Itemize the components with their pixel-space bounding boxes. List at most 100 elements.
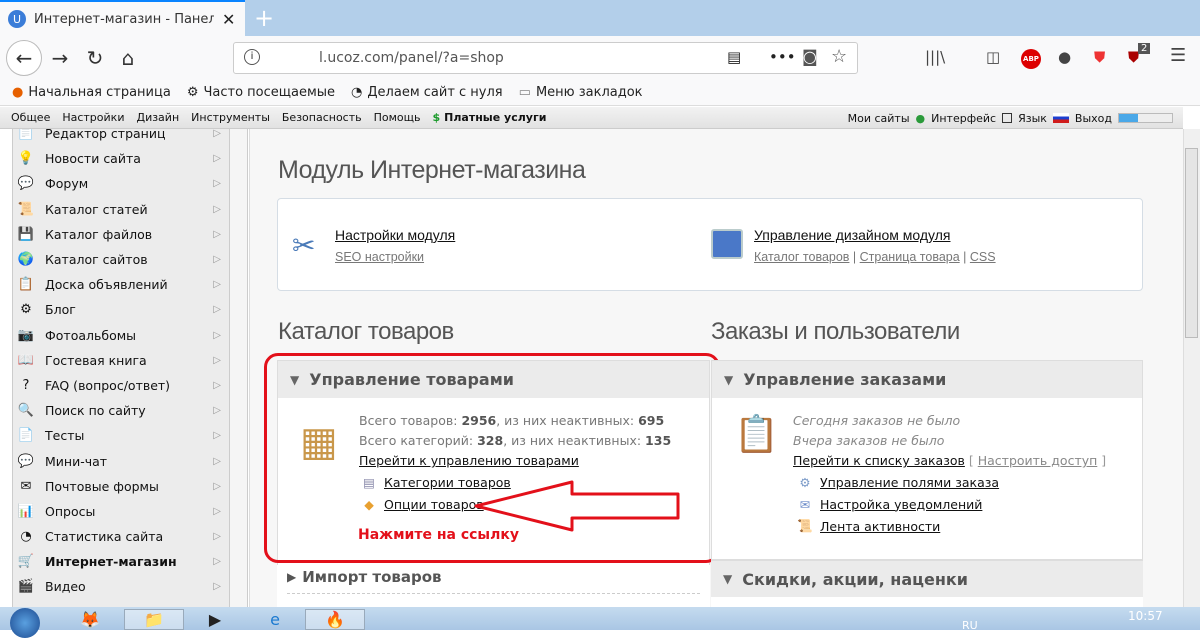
shield-lock-icon[interactable]: ⛊	[1094, 48, 1105, 66]
sidebar-item[interactable]: 📜Каталог статей▷	[13, 197, 229, 222]
my-sites-link[interactable]: Мои сайты	[848, 112, 910, 125]
sidebar-item[interactable]: 📷Фотоальбомы▷	[13, 323, 229, 348]
orders-list-link[interactable]: Перейти к списку заказов	[793, 453, 965, 468]
expand-arrow-icon[interactable]: ▷	[213, 254, 221, 265]
expand-arrow-icon[interactable]: ▷	[213, 229, 221, 240]
forward-button[interactable]: →	[45, 43, 75, 73]
module-settings-link[interactable]: Настройки модуля	[335, 227, 455, 243]
sidebar-item[interactable]: 📄Тесты▷	[13, 423, 229, 448]
back-button[interactable]: ←	[6, 40, 42, 76]
logout-link[interactable]: Выход	[1075, 112, 1112, 125]
notifications-link[interactable]: Настройка уведомлений	[820, 497, 982, 512]
explorer-taskbar-icon[interactable]: 📁	[124, 609, 184, 630]
sidebar-item[interactable]: ●П...▷	[13, 600, 229, 607]
sidebar-item[interactable]: 📄Редактор страниц▷	[13, 129, 229, 146]
sidebar-item[interactable]: 💾Каталог файлов▷	[13, 222, 229, 247]
expand-arrow-icon[interactable]: ▷	[213, 556, 221, 567]
gimp-taskbar-icon[interactable]: 🦊	[60, 609, 120, 630]
seo-settings-link[interactable]: SEO настройки	[335, 250, 424, 264]
library-icon[interactable]: |||\	[925, 48, 945, 66]
sidebar-item[interactable]: 📋Доска объявлений▷	[13, 272, 229, 297]
catalog-design-link[interactable]: Каталог товаров	[754, 250, 849, 264]
hamburger-menu-icon[interactable]: ☰	[1170, 45, 1186, 66]
sidebar-item[interactable]: 🔍Поиск по сайту▷	[13, 398, 229, 423]
expand-arrow-icon[interactable]: ▷	[213, 304, 221, 315]
sidebar-item[interactable]: 📊Опросы▷	[13, 499, 229, 524]
ie-taskbar-icon[interactable]: e	[245, 609, 305, 630]
sidebar-item[interactable]: 🌍Каталог сайтов▷	[13, 247, 229, 272]
expand-arrow-icon[interactable]: ▷	[213, 330, 221, 341]
css-link[interactable]: CSS	[970, 250, 996, 264]
new-tab-button[interactable]: +	[254, 4, 274, 32]
expand-arrow-icon[interactable]: ▷	[213, 178, 221, 189]
sidebar-item[interactable]: ◔Статистика сайта▷	[13, 524, 229, 549]
home-button[interactable]: ⌂	[113, 43, 143, 73]
expand-arrow-icon[interactable]: ▷	[213, 380, 221, 391]
sidebar-item-label: Доска объявлений	[45, 277, 168, 292]
sidebar-item[interactable]: 💬Форум▷	[13, 171, 229, 196]
clock[interactable]: 10:57	[1128, 609, 1163, 623]
sidebar-item[interactable]: 📖Гостевая книга▷	[13, 348, 229, 373]
media-player-taskbar-icon[interactable]: ▶	[185, 609, 245, 630]
menu-tools[interactable]: Инструменты	[191, 111, 270, 124]
sidebar-item[interactable]: 💡Новости сайта▷	[13, 146, 229, 171]
spacer	[711, 597, 1143, 607]
expand-arrow-icon[interactable]: ▷	[213, 355, 221, 366]
expand-arrow-icon[interactable]: ▷	[213, 430, 221, 441]
design-management-link[interactable]: Управление дизайном модуля	[754, 227, 950, 243]
expand-arrow-icon[interactable]: ▷	[213, 405, 221, 416]
info-icon[interactable]: i	[244, 49, 260, 65]
activity-feed-link[interactable]: Лента активности	[820, 519, 940, 534]
reload-button[interactable]: ↻	[80, 43, 110, 73]
url-bar[interactable]: i l.ucoz.com/panel/?a=shop ▤ ••• ◙ ☆	[233, 42, 858, 74]
bookmark-star-icon[interactable]: ☆	[831, 46, 847, 67]
sidebar-item-label: Интернет-магазин	[45, 554, 177, 569]
order-fields-link[interactable]: Управление полями заказа	[820, 475, 999, 490]
expand-arrow-icon[interactable]: ▷	[213, 204, 221, 215]
discounts-header[interactable]: ▼Скидки, акции, наценки	[711, 560, 1143, 597]
menu-help[interactable]: Помощь	[374, 111, 421, 124]
product-page-design-link[interactable]: Страница товара	[860, 250, 960, 264]
sidebar-item[interactable]: ?FAQ (вопрос/ответ)▷	[13, 373, 229, 398]
sidebar-item[interactable]: ⚙Блог▷	[13, 297, 229, 322]
import-header[interactable]: ▶Импорт товаров	[277, 565, 710, 589]
language-link[interactable]: Язык	[1018, 112, 1047, 125]
sidebar-item[interactable]: 💬Мини-чат▷	[13, 448, 229, 473]
menu-settings[interactable]: Настройки	[62, 111, 124, 124]
access-settings-link[interactable]: Настроить доступ	[978, 453, 1098, 468]
firefox-taskbar-icon[interactable]: 🔥	[305, 609, 365, 630]
sidebar-item[interactable]: 🛒Интернет-магазин▷	[13, 549, 229, 574]
sidebar-icon[interactable]: ◫	[986, 48, 1000, 66]
menu-security[interactable]: Безопасность	[282, 111, 362, 124]
expand-arrow-icon[interactable]: ▷	[213, 506, 221, 517]
bookmark-home[interactable]: ●Начальная страница	[12, 85, 171, 100]
bookmark-rss[interactable]: ◔Делаем сайт с нуля	[351, 85, 503, 100]
language-indicator[interactable]: RU	[962, 619, 978, 632]
expand-arrow-icon[interactable]: ▷	[213, 581, 221, 592]
reader-view-icon[interactable]: ▤	[727, 48, 741, 66]
menu-design[interactable]: Дизайн	[136, 111, 179, 124]
interface-link[interactable]: Интерфейс	[931, 112, 996, 125]
menu-paid-services[interactable]: Платные услуги	[444, 111, 546, 124]
expand-arrow-icon[interactable]: ▷	[213, 153, 221, 164]
bookmark-menu[interactable]: ▭Меню закладок	[519, 85, 643, 100]
expand-arrow-icon[interactable]: ▷	[213, 456, 221, 467]
sidebar-item[interactable]: 🎬Видео▷	[13, 574, 229, 599]
close-tab-icon[interactable]: ✕	[222, 10, 235, 29]
more-icon[interactable]: •••	[769, 48, 796, 66]
expand-arrow-icon[interactable]: ▷	[213, 129, 221, 139]
expand-arrow-icon[interactable]: ▷	[213, 531, 221, 542]
pocket-icon[interactable]: ◙	[802, 47, 818, 66]
adblock-icon[interactable]: ABP	[1021, 49, 1041, 69]
sidebar-item[interactable]: ✉Почтовые формы▷	[13, 474, 229, 499]
browser-tab[interactable]: U Интернет-магазин - Панель у ✕	[0, 0, 245, 36]
extension-balls-icon[interactable]: ●	[1058, 48, 1071, 66]
expand-arrow-icon[interactable]: ▷	[213, 279, 221, 290]
menu-general[interactable]: Общее	[11, 111, 50, 124]
interface-checkbox[interactable]	[1002, 113, 1012, 123]
start-button[interactable]	[0, 609, 50, 630]
bookmark-most-visited[interactable]: ⚙Часто посещаемые	[187, 85, 335, 100]
expand-arrow-icon[interactable]: ▷	[213, 481, 221, 492]
scrollbar-thumb[interactable]	[1185, 148, 1198, 338]
orders-header[interactable]: ▼Управление заказами	[712, 361, 1142, 398]
